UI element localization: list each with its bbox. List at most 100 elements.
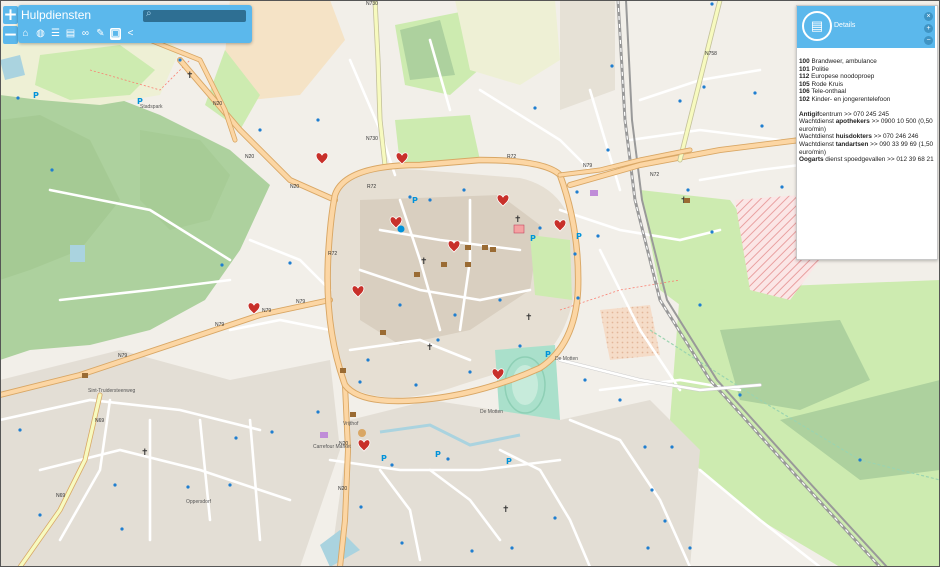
svg-text:✝: ✝	[426, 343, 434, 353]
details-line: Wachtdienst tandartsen >> 090 33 99 69 (…	[799, 141, 934, 149]
svg-text:N20: N20	[213, 101, 222, 107]
zoom-in-button[interactable]: +	[3, 6, 18, 24]
details-line: Oogarts dienst spoedgevallen >> 012 39 6…	[799, 156, 934, 164]
svg-text:Vrijthof: Vrijthof	[343, 421, 359, 427]
details-line-bold: 100	[799, 58, 810, 65]
svg-text:N79: N79	[215, 322, 224, 328]
globe-icon[interactable]: ◍	[35, 28, 46, 40]
details-line: euro/min)	[799, 126, 934, 134]
details-line: Wachtdienst apothekers >> 0900 10 500 (0…	[799, 118, 934, 126]
svg-text:De Motten: De Motten	[555, 356, 578, 362]
details-line-prefix: Wachtdienst	[799, 140, 836, 148]
app-title: Hulpdiensten	[21, 8, 92, 22]
details-line-text: Rode Kruis	[809, 80, 844, 88]
details-line-bold: 101	[799, 65, 810, 73]
svg-text:✝: ✝	[141, 448, 149, 458]
details-line-text: >> 070 246 246	[871, 133, 919, 141]
svg-text:R72: R72	[507, 154, 516, 160]
home-icon[interactable]: ⌂	[20, 28, 31, 40]
details-line-text: centrum >> 070 245 245	[819, 110, 889, 118]
svg-text:Stadspark: Stadspark	[140, 104, 163, 110]
chat-bubble-icon: ▤	[802, 11, 832, 41]
svg-text:✝: ✝	[514, 215, 522, 225]
details-line-prefix: Wachtdienst	[799, 118, 836, 126]
details-line-text: Tele-onthaal	[809, 88, 847, 96]
details-line-text: Kinder- en jongerentelefoon	[809, 95, 891, 103]
svg-text:P: P	[33, 91, 39, 100]
details-line-bold: Oogarts	[799, 156, 824, 164]
details-body: 100 Brandweer, ambulance 101 Politie 112 E…	[799, 58, 934, 164]
svg-text:N20: N20	[245, 154, 254, 160]
svg-text:✝: ✝	[502, 505, 510, 515]
svg-text:✝: ✝	[186, 71, 194, 81]
details-line: 112 Europese noodoproep	[799, 73, 934, 81]
svg-text:R72: R72	[367, 184, 376, 190]
details-line-prefix: Wachtdienst	[799, 133, 836, 141]
svg-text:P: P	[545, 350, 551, 359]
search-icon: ⌕	[146, 8, 152, 19]
svg-text:R72: R72	[328, 251, 337, 257]
svg-text:Oppersdorf: Oppersdorf	[186, 499, 212, 505]
details-line-text: Europese noodoproep	[809, 73, 875, 81]
details-line-text: euro/min)	[799, 125, 826, 133]
svg-text:De Motten: De Motten	[480, 409, 503, 415]
svg-text:N79: N79	[262, 308, 271, 314]
search-input[interactable]: ⌕	[143, 8, 246, 22]
details-line-bold: 102	[799, 95, 810, 103]
details-line-bold: 106	[799, 88, 810, 96]
expand-icon[interactable]: +	[924, 24, 933, 33]
details-line-bold: 105	[799, 80, 810, 88]
svg-text:N730: N730	[366, 1, 378, 7]
map-toolbar: Hulpdiensten ⌕ ⌂ ◍ ☰ ▤ ∞ ✎ ▣ <	[18, 5, 252, 43]
details-line: euro/min)	[799, 149, 934, 157]
details-line-text: >> 0900 10 500 (0,50	[869, 118, 933, 126]
details-title: Details	[834, 22, 856, 29]
svg-text:N20: N20	[338, 486, 347, 492]
svg-text:Sint-Truidersteenweg: Sint-Truidersteenweg	[88, 388, 136, 394]
binoculars-icon[interactable]: ∞	[80, 28, 91, 40]
toolbar-tools: ⌂ ◍ ☰ ▤ ∞ ✎ ▣ <	[20, 28, 136, 42]
details-line-text: Politie	[809, 65, 829, 73]
details-line-text: Brandweer, ambulance	[809, 58, 877, 65]
details-line: Antigifcentrum >> 070 245 245	[799, 111, 934, 119]
svg-text:P: P	[381, 454, 387, 463]
svg-text:Carrefour Market: Carrefour Market	[313, 444, 351, 450]
details-line: 105 Rode Kruis	[799, 81, 934, 89]
details-line-text: dienst spoedgevallen >> 012 39 68 21	[823, 156, 934, 164]
svg-text:✝: ✝	[420, 257, 428, 267]
svg-text:P: P	[530, 234, 536, 243]
svg-text:N79: N79	[583, 163, 592, 169]
details-line-text: >> 090 33 99 69 (1,50	[868, 140, 934, 148]
svg-text:N72: N72	[650, 172, 659, 178]
details-line-bold: 112	[799, 73, 810, 81]
svg-text:N758: N758	[705, 51, 717, 57]
zoom-out-button[interactable]: −	[3, 26, 18, 44]
share-icon[interactable]: <	[125, 28, 136, 40]
details-line-text: euro/min)	[799, 148, 826, 156]
svg-text:N20: N20	[290, 184, 299, 190]
details-line: 100 Brandweer, ambulance	[799, 58, 934, 66]
layers-icon[interactable]: ☰	[50, 28, 61, 40]
svg-text:N730: N730	[366, 136, 378, 142]
collapse-icon[interactable]: −	[924, 36, 933, 45]
details-line-bold: apothekers	[835, 118, 870, 126]
svg-text:N79: N79	[296, 299, 305, 305]
pencil-icon[interactable]: ✎	[95, 28, 106, 40]
svg-text:N69: N69	[95, 418, 104, 424]
details-line: 102 Kinder- en jongerentelefoon	[799, 96, 934, 104]
details-line: 101 Politie	[799, 66, 934, 74]
svg-text:P: P	[576, 232, 582, 241]
svg-text:P: P	[506, 457, 512, 466]
close-icon[interactable]: ×	[924, 12, 933, 21]
svg-text:✝: ✝	[525, 313, 533, 323]
svg-text:P: P	[412, 196, 418, 205]
details-panel: ▤ Details × + − 100 Brandweer, ambulance…	[796, 5, 938, 260]
details-line-bold: Antigif	[799, 110, 820, 118]
details-line-bold: huisdokters	[835, 133, 872, 141]
svg-text:N79: N79	[118, 353, 127, 359]
svg-text:P: P	[435, 450, 441, 459]
chat-icon[interactable]: ▣	[110, 28, 121, 40]
print-icon[interactable]: ▤	[65, 28, 76, 40]
details-line: Wachtdienst huisdokters >> 070 246 246	[799, 133, 934, 141]
svg-text:N69: N69	[56, 493, 65, 499]
